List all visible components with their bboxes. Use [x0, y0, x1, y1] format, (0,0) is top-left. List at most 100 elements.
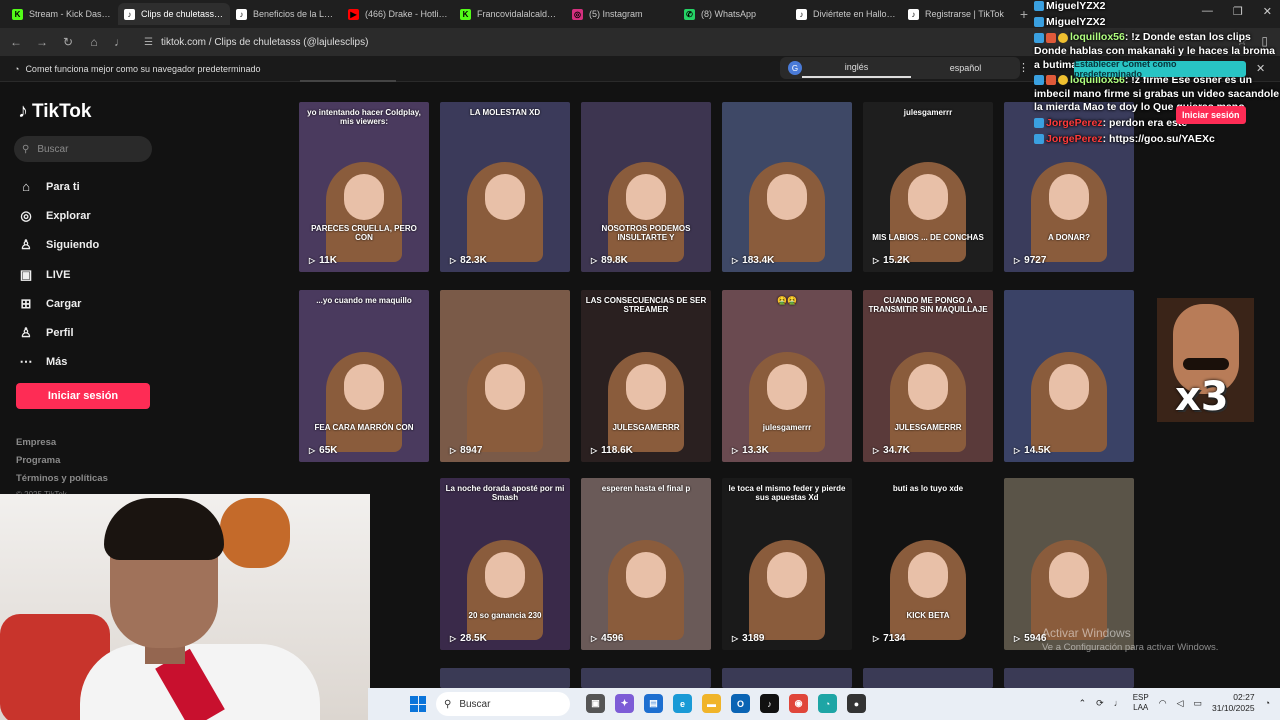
tiktok-app-icon[interactable]: ♪: [760, 694, 779, 713]
video-card[interactable]: ▷ 8947: [440, 290, 570, 462]
store-icon[interactable]: ▤: [644, 694, 663, 713]
reload-icon[interactable]: ↻: [62, 35, 74, 49]
chevron-up-icon[interactable]: ⌃: [1079, 698, 1087, 709]
watermark-title: Activar Windows: [1042, 626, 1131, 640]
comet-app-icon[interactable]: ◔: [818, 694, 837, 713]
site-settings-icon[interactable]: ☰: [144, 37, 153, 48]
video-card-partial[interactable]: [863, 668, 993, 688]
video-card-partial[interactable]: [722, 668, 852, 688]
url-field[interactable]: ☰ tiktok.com / Clips de chuletasss (@laj…: [144, 37, 368, 48]
outlook-icon[interactable]: O: [731, 694, 750, 713]
header-login-button[interactable]: Iniciar sesión: [1176, 106, 1246, 124]
browser-tab[interactable]: ♪ Diviértete en Hallowee: [790, 3, 902, 25]
login-button[interactable]: Iniciar sesión: [16, 383, 150, 409]
video-card[interactable]: yo intentando hacer Coldplay, mis viewer…: [299, 102, 429, 272]
tab-label: Francovidalalcalde Stre: [477, 9, 560, 19]
microphone-icon[interactable]: ♩: [114, 35, 126, 49]
sync-icon[interactable]: ⟳: [1096, 698, 1104, 709]
video-thumbnail-face: [626, 174, 666, 220]
video-card[interactable]: LAS CONSECUENCIAS DE SER STREAMER JULESGA…: [581, 290, 711, 462]
back-icon[interactable]: ←: [10, 35, 22, 49]
video-card-partial[interactable]: [440, 668, 570, 688]
clock-time: 02:27: [1233, 692, 1255, 702]
browser-tab[interactable]: ▶ (466) Drake - Hotline B: [342, 3, 454, 25]
video-card[interactable]: julesgamerrr MIS LABIOS ... DE CONCHAS ▷ 15…: [863, 102, 993, 272]
file-explorer-icon[interactable]: ▬: [702, 694, 721, 713]
edge-icon[interactable]: e: [673, 694, 692, 713]
plush-toy: [220, 498, 290, 568]
microphone-icon[interactable]: ♩: [1114, 698, 1123, 708]
video-card-partial[interactable]: [581, 668, 711, 688]
footer-link-terms[interactable]: Términos y políticas: [16, 473, 108, 491]
video-card[interactable]: La noche dorada aposté por mi Smash 20 so…: [440, 478, 570, 650]
sidebar-item-home[interactable]: ⌂ Para ti: [18, 172, 99, 201]
browser-tab[interactable]: ♪ Registrarse | TikTok: [902, 3, 1014, 25]
task-view-icon[interactable]: ▣: [586, 694, 605, 713]
video-thumbnail-face: [344, 364, 384, 410]
copilot-icon[interactable]: ✦: [615, 694, 634, 713]
clock[interactable]: 02:27 31/10/2025: [1212, 692, 1255, 714]
start-button[interactable]: [410, 696, 426, 712]
tiktok-logo[interactable]: ♪ TikTok: [18, 100, 91, 123]
tiktok-sidebar: ♪ TikTok ⚲ Buscar ⌂ Para ti ◎ Explorar ♙ Sigu…: [0, 82, 290, 502]
browser-tab[interactable]: ✆ (8) WhatsApp: [678, 3, 790, 25]
video-thumbnail-face: [626, 364, 666, 410]
video-card[interactable]: LA MOLESTAN XD ▷ 82.3K: [440, 102, 570, 272]
view-count: ▷ 65K: [309, 445, 338, 456]
upload-icon: ⊞: [20, 295, 32, 311]
new-tab-icon[interactable]: +: [1014, 6, 1034, 22]
video-card-partial[interactable]: [1004, 668, 1134, 688]
sidebar-item-live[interactable]: ▣ LIVE: [18, 260, 99, 289]
video-card[interactable]: ▷ 14.5K: [1004, 290, 1134, 462]
video-card[interactable]: NOSOTROS PODEMOS INSULTARTE Y ▷ 89.8K: [581, 102, 711, 272]
footer-link-company[interactable]: Empresa: [16, 437, 108, 455]
language-indicator[interactable]: ESP LAA: [1133, 693, 1149, 712]
search-input[interactable]: ⚲ Buscar: [14, 136, 152, 162]
chat-badge-icon: [1034, 32, 1044, 43]
webcam-feed: [0, 494, 370, 720]
notification-bell-icon[interactable]: ◔: [1265, 698, 1270, 708]
video-overlay-text: PARECES CRUELLA, PERO CON: [311, 224, 417, 242]
home-icon[interactable]: ⌂: [88, 35, 100, 49]
footer-link-program[interactable]: Programa: [16, 455, 108, 473]
sidebar-item-following[interactable]: ♙ Siguiendo: [18, 231, 99, 260]
video-card[interactable]: ▷ 5946: [1004, 478, 1134, 650]
translate-menu-icon[interactable]: ⋮: [1018, 61, 1029, 74]
browser-tab[interactable]: K Stream - Kick Dashbo: [6, 3, 118, 25]
meme-text: x3: [1175, 374, 1229, 420]
battery-icon[interactable]: ▭: [1194, 698, 1203, 709]
obs-icon[interactable]: ●: [847, 694, 866, 713]
streamer-hair: [104, 498, 224, 560]
browser-tab[interactable]: ♪ Beneficios de la Lactan: [230, 3, 342, 25]
browser-tab[interactable]: ◎ (5) Instagram: [566, 3, 678, 25]
browser-tab[interactable]: ♪ Clips de chuletass (@: [118, 3, 230, 25]
sidebar-item-profile[interactable]: ♙ Perfil: [18, 318, 99, 347]
video-card[interactable]: ...yo cuando me maquillo FEA CARA MARRÓN …: [299, 290, 429, 462]
video-card[interactable]: le toca el mismo feder y pierde sus apue…: [722, 478, 852, 650]
sidebar-item-more[interactable]: ⋯ Más: [18, 348, 99, 377]
sidebar-item-upload[interactable]: ⊞ Cargar: [18, 289, 99, 318]
translate-option-english[interactable]: inglés: [802, 58, 911, 78]
video-caption: julesgamerrr: [903, 108, 953, 117]
volume-icon[interactable]: ◁: [1177, 698, 1184, 709]
video-overlay-text: 20 so ganancia 230: [468, 611, 542, 620]
video-card[interactable]: esperen hasta el final p ▷ 4596: [581, 478, 711, 650]
video-card[interactable]: 🤮🤮 julesgamerrr ▷ 13.3K: [722, 290, 852, 462]
tiktok-logo-text: TikTok: [32, 100, 92, 122]
chrome-icon[interactable]: ◉: [789, 694, 808, 713]
video-card[interactable]: ▷ 183.4K: [722, 102, 852, 272]
sidebar-item-compass[interactable]: ◎ Explorar: [18, 201, 99, 230]
video-card[interactable]: CUANDO ME PONGO A TRANSMITIR SIN MAQUILL…: [863, 290, 993, 462]
taskbar-search[interactable]: ⚲ Buscar: [436, 692, 570, 716]
wifi-icon[interactable]: ◠: [1159, 698, 1167, 709]
translate-option-spanish[interactable]: español: [911, 59, 1020, 77]
browser-tab[interactable]: K Francovidalalcalde Stre: [454, 3, 566, 25]
forward-icon[interactable]: →: [36, 35, 48, 49]
infobar-close-icon[interactable]: ✕: [1256, 62, 1265, 75]
set-default-browser-button[interactable]: Establecer Comet como predeterminado: [1074, 59, 1246, 79]
view-count-value: 15.2K: [883, 255, 910, 266]
chat-badge-icon: [1034, 16, 1044, 27]
video-thumbnail-face: [1049, 364, 1089, 410]
view-count: ▷ 3189: [732, 633, 764, 644]
video-card[interactable]: buti as lo tuyo xde KICK BETA ▷ 7134: [863, 478, 993, 650]
